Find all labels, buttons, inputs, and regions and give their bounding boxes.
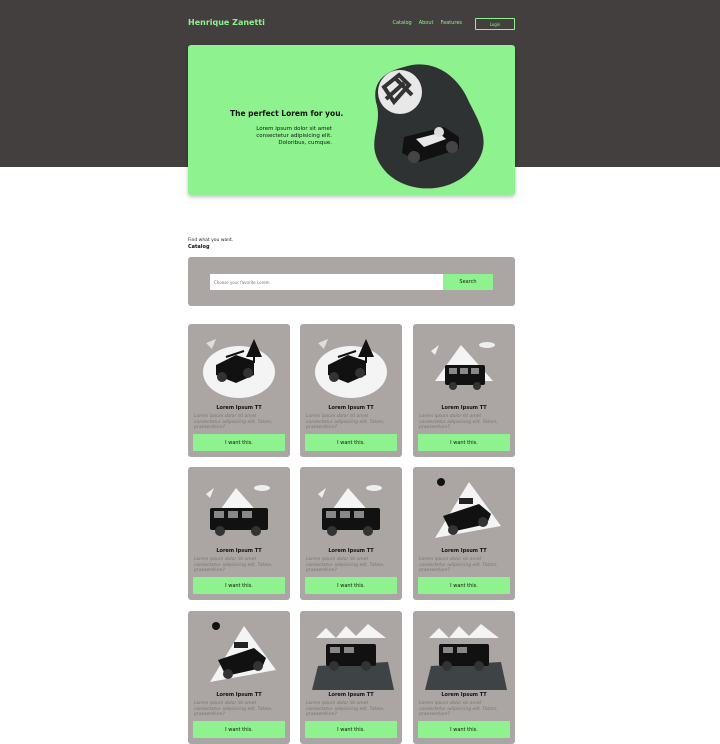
product-title: Lorem Ipsum TT — [441, 405, 487, 411]
want-button[interactable]: I want this. — [418, 721, 510, 738]
want-button[interactable]: I want this. — [418, 434, 510, 451]
search-input[interactable] — [210, 274, 443, 290]
product-card: Lorem Ipsum TT Lorem ipsum dolor sit ame… — [300, 324, 402, 457]
product-description: Lorem ipsum dolor sit amet consectetur a… — [419, 701, 498, 718]
search-button[interactable]: Search — [443, 274, 493, 290]
product-title: Lorem Ipsum TT — [216, 548, 262, 554]
product-card: Lorem Ipsum TT Lorem ipsum dolor sit ame… — [188, 467, 290, 600]
product-description: Lorem ipsum dolor sit amet consectetur a… — [194, 557, 273, 574]
want-button[interactable]: I want this. — [305, 721, 397, 738]
suv-mountain-illustration — [206, 485, 270, 536]
want-button[interactable]: I want this. — [305, 577, 397, 594]
suv-mountain-illustration — [318, 485, 382, 536]
nav-link-features[interactable]: Features — [441, 20, 463, 26]
product-title: Lorem Ipsum TT — [328, 692, 374, 698]
product-card: Lorem Ipsum TT Lorem ipsum dolor sit ame… — [300, 611, 402, 744]
product-description: Lorem ipsum dolor sit amet consectetur a… — [306, 414, 385, 431]
hero-title: The perfect Lorem for you. — [230, 109, 344, 118]
product-card: Lorem Ipsum TT Lorem ipsum dolor sit ame… — [413, 611, 515, 744]
product-card: Lorem Ipsum TT Lorem ipsum dolor sit ame… — [188, 324, 290, 457]
product-card: Lorem Ipsum TT Lorem ipsum dolor sit ame… — [413, 324, 515, 457]
search-panel: Search — [188, 257, 515, 306]
product-title: Lorem Ipsum TT — [216, 405, 262, 411]
jeep-forest-illustration — [203, 339, 275, 398]
product-card: Lorem Ipsum TT Lorem ipsum dolor sit ame… — [188, 611, 290, 744]
want-button[interactable]: I want this. — [193, 577, 285, 594]
jeep-hill-illustration — [435, 478, 501, 538]
suv-mountain-illustration — [431, 342, 495, 390]
product-title: Lorem Ipsum TT — [328, 548, 374, 554]
product-title: Lorem Ipsum TT — [216, 692, 262, 698]
product-title: Lorem Ipsum TT — [441, 548, 487, 554]
product-description: Lorem ipsum dolor sit amet consectetur a… — [194, 414, 273, 431]
hero-description: Lorem ipsum dolor sit amet consectetur a… — [256, 126, 332, 146]
jeep-rock-illustration — [425, 624, 507, 690]
navbar: Henrique Zanetti Catalog About Features … — [188, 16, 515, 34]
product-description: Lorem ipsum dolor sit amet consectetur a… — [306, 557, 385, 574]
product-description: Lorem ipsum dolor sit amet consectetur a… — [419, 414, 498, 431]
nav-link-catalog[interactable]: Catalog — [393, 20, 412, 26]
product-description: Lorem ipsum dolor sit amet consectetur a… — [194, 701, 273, 718]
catalog-title: Catalog — [188, 244, 210, 250]
nav-link-about[interactable]: About — [419, 20, 434, 26]
product-title: Lorem Ipsum TT — [328, 405, 374, 411]
nav-links: Catalog About Features — [393, 20, 463, 26]
want-button[interactable]: I want this. — [193, 434, 285, 451]
product-description: Lorem ipsum dolor sit amet consectetur a… — [306, 701, 385, 718]
jeep-hill-illustration — [210, 622, 276, 682]
catalog-subtitle: Find what you want. — [188, 238, 234, 243]
jeep-rock-illustration — [312, 624, 394, 690]
hero-banner: The perfect Lorem for you. Lorem ipsum d… — [188, 45, 515, 195]
product-description: Lorem ipsum dolor sit amet consectetur a… — [419, 557, 498, 574]
product-card: Lorem Ipsum TT Lorem ipsum dolor sit ame… — [300, 467, 402, 600]
login-button[interactable]: Login — [475, 18, 515, 30]
product-card: Lorem Ipsum TT Lorem ipsum dolor sit ame… — [413, 467, 515, 600]
brand-logo[interactable]: Henrique Zanetti — [188, 18, 265, 27]
want-button[interactable]: I want this. — [305, 434, 397, 451]
want-button[interactable]: I want this. — [418, 577, 510, 594]
hero-car-illustration — [374, 64, 484, 189]
jeep-forest-illustration — [315, 339, 387, 398]
product-title: Lorem Ipsum TT — [441, 692, 487, 698]
want-button[interactable]: I want this. — [193, 721, 285, 738]
